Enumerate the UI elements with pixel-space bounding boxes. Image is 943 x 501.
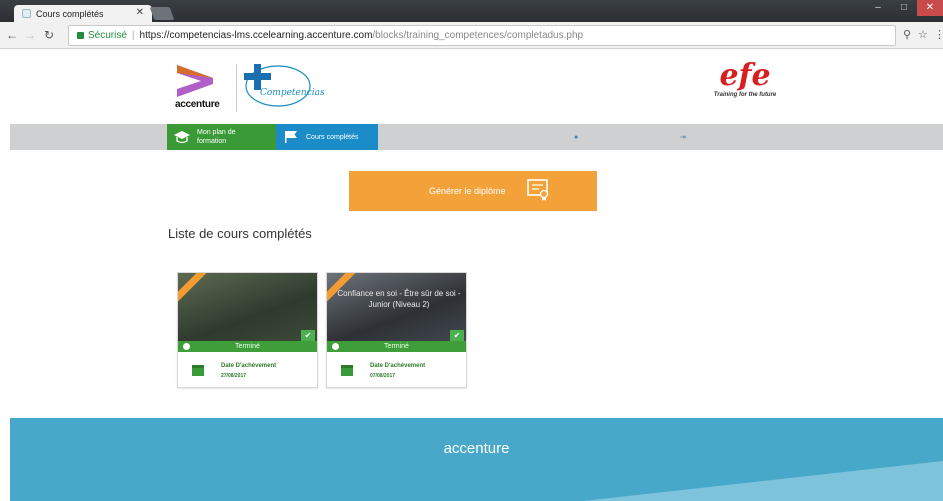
tab-close-icon[interactable]: ✕ xyxy=(136,7,144,18)
accenture-wordmark: accenture xyxy=(175,99,220,110)
zoom-icon[interactable]: ⚲ xyxy=(903,28,911,41)
back-icon[interactable]: ← xyxy=(6,28,18,42)
plus-icon xyxy=(244,64,311,107)
favicon-icon xyxy=(22,9,31,18)
main-nav: Mon plan de formation Cours complétés ● … xyxy=(10,124,943,150)
nav-link-logout[interactable]: ⇥ xyxy=(680,124,688,150)
lock-icon xyxy=(77,32,84,39)
reload-icon[interactable]: ↻ xyxy=(44,28,54,42)
efe-wordmark: efe xyxy=(719,58,771,93)
course-title: Confiance en soi - Être sûr de soi - Jun… xyxy=(337,289,461,309)
generate-diploma-button[interactable]: Générer le diplôme xyxy=(349,171,597,211)
certificate-icon xyxy=(527,179,549,201)
browser-tab[interactable]: Cours complétés ✕ xyxy=(14,5,152,22)
course-card[interactable]: ✔ Terminé Date D'achèvement 27/08/2017 xyxy=(177,272,318,388)
nav-plan-formation[interactable]: Mon plan de formation xyxy=(167,124,276,150)
minimize-icon[interactable]: – xyxy=(865,0,891,16)
checkmark-icon: ✔ xyxy=(450,330,464,341)
course-thumbnail xyxy=(178,273,317,341)
graduation-cap-icon xyxy=(174,131,190,144)
calendar-icon xyxy=(341,365,353,376)
maximize-icon[interactable]: □ xyxy=(891,0,917,16)
completion-date-value: 27/08/2017 xyxy=(221,373,247,379)
course-ribbon xyxy=(178,273,208,306)
url-host: https://competencias-lms.ccelearning.acc… xyxy=(139,30,373,41)
browser-toolbar: ← → ↻ Sécurisé | https://competencias-lm… xyxy=(0,22,943,49)
site-header: accenture Competencias efe Training for … xyxy=(0,50,943,122)
generate-diploma-label: Générer le diplôme xyxy=(429,186,506,196)
calendar-icon xyxy=(192,365,204,376)
forward-icon[interactable]: → xyxy=(24,28,36,42)
competencias-label: Competencias xyxy=(260,88,325,98)
secure-label: Sécurisé xyxy=(88,30,127,41)
completion-date-value: 07/08/2017 xyxy=(370,373,396,379)
user-icon: ● xyxy=(574,133,581,141)
url-path: /blocks/training_competences/completadus… xyxy=(372,30,584,41)
competencias-logo[interactable]: Competencias xyxy=(240,58,335,110)
address-bar[interactable]: Sécurisé | https://competencias-lms.ccel… xyxy=(68,25,896,46)
accenture-chevron-icon xyxy=(177,65,213,97)
bookmark-star-icon[interactable]: ☆ xyxy=(918,28,928,41)
efe-tagline: Training for the future xyxy=(713,92,777,98)
tab-title: Cours complétés xyxy=(36,8,104,19)
course-thumbnail: Confiance en soi - Être sûr de soi - Jun… xyxy=(327,273,466,341)
course-card[interactable]: Confiance en soi - Être sûr de soi - Jun… xyxy=(326,272,467,388)
window-close-icon[interactable]: ✕ xyxy=(917,0,943,16)
site-footer: accenture xyxy=(10,418,943,501)
efe-logo[interactable]: efe Training for the future xyxy=(710,60,780,116)
completion-date-label: Date D'achèvement xyxy=(370,363,426,369)
page-title: Liste de cours complétés xyxy=(168,226,312,241)
nav-completed-label: Cours complétés xyxy=(306,133,359,141)
nav-link-account[interactable]: ● xyxy=(574,124,580,150)
window-controls: – □ ✕ xyxy=(865,0,943,16)
menu-icon[interactable]: ⋮ xyxy=(934,28,943,41)
accenture-logo[interactable]: accenture xyxy=(175,63,231,115)
course-status: Terminé xyxy=(178,341,317,352)
nav-plan-label: Mon plan de formation xyxy=(197,129,236,145)
status-icon xyxy=(332,343,339,350)
checkmark-icon: ✔ xyxy=(301,330,315,341)
footer-accenture-logo[interactable]: accenture xyxy=(10,440,943,457)
course-status: Terminé xyxy=(327,341,466,352)
status-icon xyxy=(183,343,190,350)
flag-icon xyxy=(285,131,297,143)
completion-date-label: Date D'achèvement xyxy=(221,363,277,369)
nav-cours-completes[interactable]: Cours complétés xyxy=(276,124,378,150)
logout-icon: ⇥ xyxy=(680,134,688,141)
new-tab-button[interactable] xyxy=(149,7,175,20)
browser-titlebar: Cours complétés ✕ – □ ✕ xyxy=(0,0,943,22)
